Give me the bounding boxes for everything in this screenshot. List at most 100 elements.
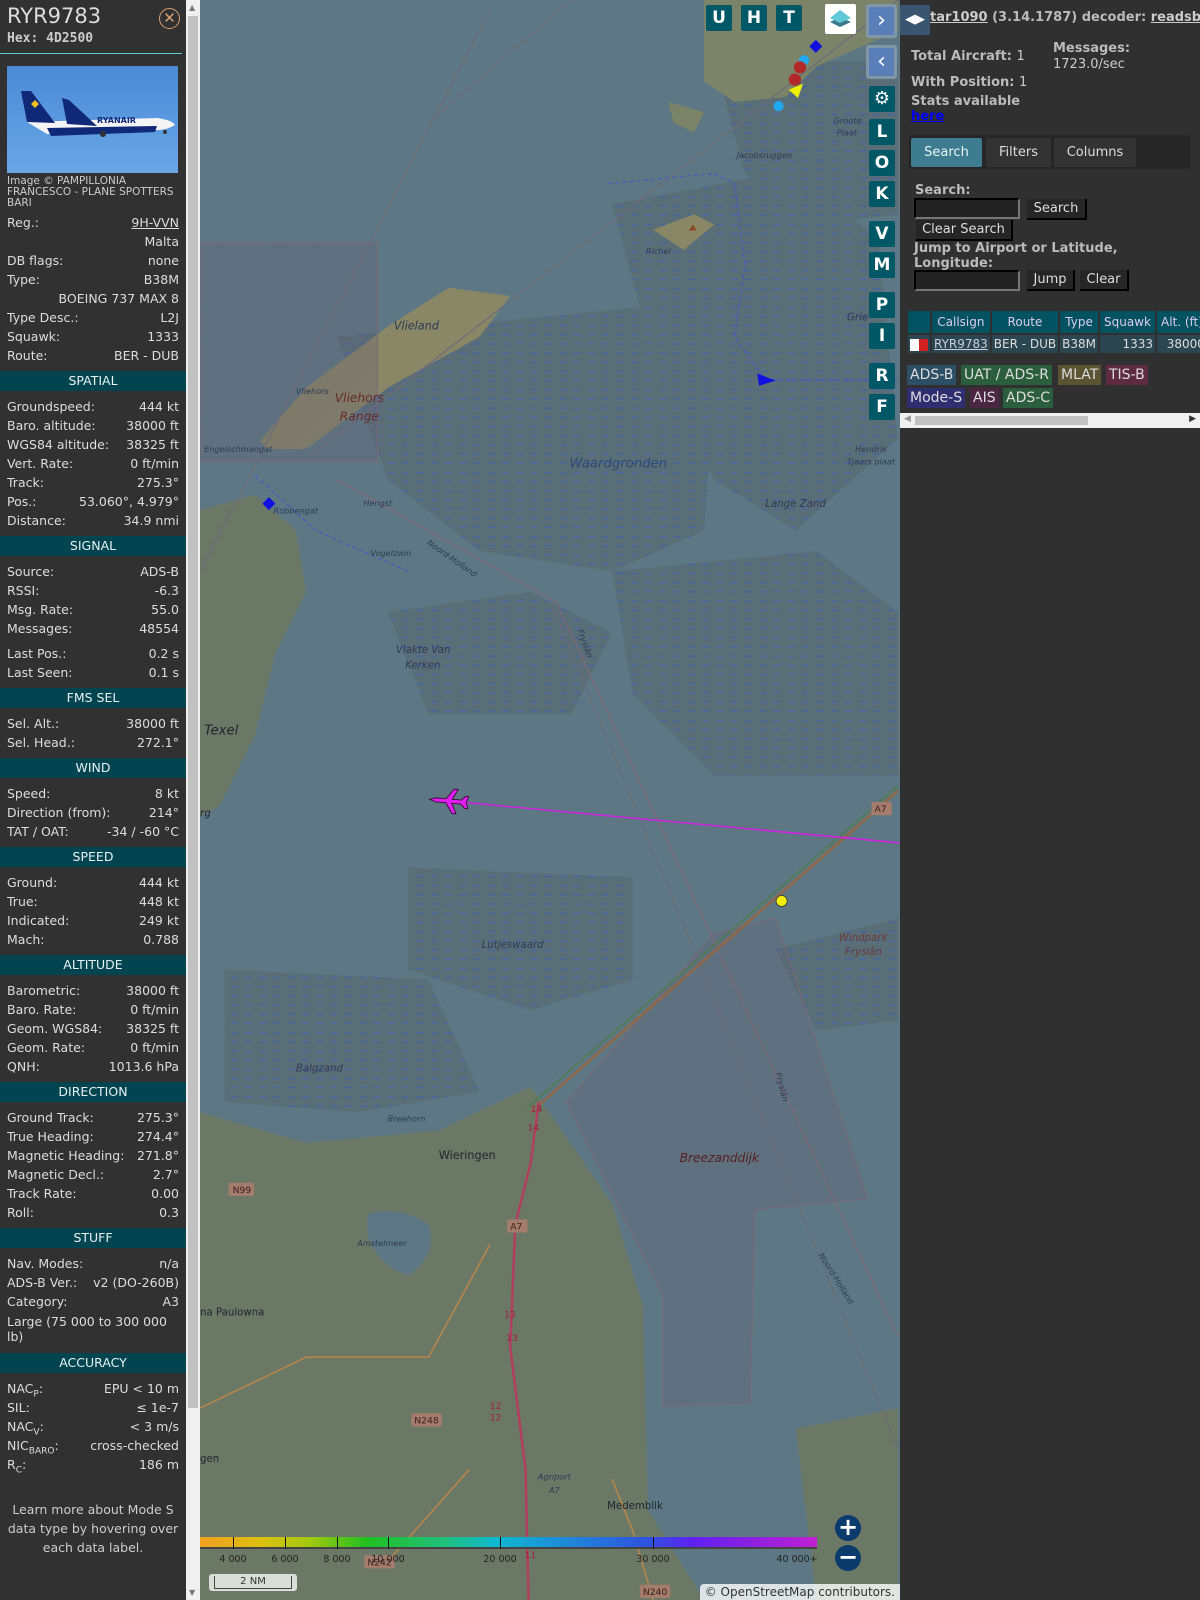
section-header-speed[interactable]: SPEED (0, 847, 186, 867)
expand-right-icon[interactable]: › (866, 4, 897, 38)
map-button-o[interactable]: O (869, 150, 895, 176)
info-label[interactable]: Indicated: (7, 911, 69, 930)
section-header-stuff[interactable]: STUFF (0, 1228, 186, 1248)
map[interactable]: Vlieland Vliehors Vliehors Range Waardgr… (200, 0, 900, 1600)
settings-gear-icon[interactable]: ⚙ (869, 86, 895, 112)
registration-link[interactable]: 9H-VVN (131, 213, 179, 232)
aircraft-photo[interactable]: RYANAIR (7, 66, 178, 173)
info-label[interactable]: Messages: (7, 619, 73, 638)
map-button-v[interactable]: V (869, 221, 895, 247)
map-button-k[interactable]: K (869, 181, 895, 207)
map-button-i[interactable]: I (869, 323, 895, 349)
tab-columns[interactable]: Columns (1054, 138, 1136, 167)
scrollbar-thumb[interactable] (188, 16, 198, 1408)
section-header-altitude[interactable]: ALTITUDE (0, 955, 186, 975)
info-label[interactable]: NACP: (7, 1379, 43, 1400)
map-button-f[interactable]: F (869, 394, 895, 420)
info-label[interactable]: Vert. Rate: (7, 454, 73, 473)
section-header-fms-sel[interactable]: FMS SEL (0, 688, 186, 708)
clear-search-button[interactable]: Clear Search (916, 220, 1013, 241)
map-button-m[interactable]: M (869, 252, 895, 278)
info-label[interactable]: SIL: (7, 1398, 30, 1417)
osm-link[interactable]: OpenStreetMap (721, 1585, 815, 1599)
column-header-altitude[interactable]: Alt. (ft) (1156, 311, 1200, 333)
info-label[interactable]: Baro. Rate: (7, 1000, 76, 1019)
section-header-spatial[interactable]: SPATIAL (0, 371, 186, 391)
table-horizontal-scrollbar[interactable]: ◀ ▶ (900, 413, 1200, 428)
section-header-direction[interactable]: DIRECTION (0, 1082, 186, 1102)
info-label[interactable]: Magnetic Decl.: (7, 1165, 104, 1184)
info-label[interactable]: Sel. Alt.: (7, 714, 59, 733)
map-button-p[interactable]: P (869, 292, 895, 318)
info-label[interactable]: Category: (7, 1292, 67, 1311)
column-header-flag[interactable] (908, 311, 930, 333)
app-name-link[interactable]: tar1090 (930, 10, 988, 25)
zoom-out-icon[interactable]: − (835, 1545, 861, 1571)
info-label[interactable]: Track Rate: (7, 1184, 77, 1203)
search-input[interactable] (914, 198, 1020, 219)
map-button-l[interactable]: L (869, 119, 895, 145)
info-label[interactable]: Sel. Head.: (7, 733, 75, 752)
info-label[interactable]: Route: (7, 346, 48, 365)
column-header-squawk[interactable]: Squawk (1100, 311, 1155, 333)
scroll-up-icon[interactable]: ▲ (189, 3, 195, 12)
info-label[interactable]: Mach: (7, 930, 44, 949)
info-label[interactable]: ADS-B Ver.: (7, 1273, 77, 1292)
scrollbar-thumb[interactable] (915, 416, 1088, 425)
close-icon[interactable]: ✕ (159, 8, 180, 29)
info-label[interactable]: True: (7, 892, 38, 911)
tab-filters[interactable]: Filters (986, 138, 1051, 167)
callsign-link[interactable]: RYR9783 (934, 337, 988, 351)
info-label[interactable]: Pos.: (7, 492, 36, 511)
info-label[interactable]: NICBARO: (7, 1436, 59, 1457)
info-label[interactable]: Magnetic Heading: (7, 1146, 124, 1165)
collapse-left-icon[interactable]: ‹ (866, 45, 897, 79)
info-label[interactable]: Track: (7, 473, 44, 492)
info-label[interactable]: Nav. Modes: (7, 1254, 83, 1273)
info-label[interactable]: Source: (7, 562, 54, 581)
selected-aircraft-icon[interactable] (428, 787, 470, 815)
jump-button[interactable]: Jump (1027, 270, 1075, 291)
info-label[interactable]: Squawk: (7, 327, 60, 346)
clear-button[interactable]: Clear (1080, 270, 1129, 291)
stats-link[interactable]: here (911, 109, 944, 124)
section-header-accuracy[interactable]: ACCURACY (0, 1353, 186, 1373)
tab-search[interactable]: Search (911, 138, 982, 167)
callsign-cell[interactable]: RYR9783 (932, 335, 990, 353)
column-header-callsign[interactable]: Callsign (932, 311, 990, 333)
info-label[interactable]: RC: (7, 1455, 26, 1476)
table-row[interactable]: RYR9783 BER - DUB B38M 1333 38000 (908, 335, 1200, 353)
decoder-link[interactable]: readsb (1151, 10, 1200, 25)
info-label[interactable]: DB flags: (7, 251, 63, 270)
info-label[interactable]: Barometric: (7, 981, 80, 1000)
info-label[interactable]: Geom. WGS84: (7, 1019, 102, 1038)
search-button[interactable]: Search (1027, 199, 1087, 220)
column-header-type[interactable]: Type (1060, 311, 1099, 333)
map-button-h[interactable]: H (741, 5, 767, 31)
scroll-down-icon[interactable]: ▼ (189, 1588, 195, 1597)
map-button-t[interactable]: T (776, 5, 802, 31)
section-header-wind[interactable]: WIND (0, 758, 186, 778)
column-header-route[interactable]: Route (991, 311, 1059, 333)
info-label[interactable]: Msg. Rate: (7, 600, 73, 619)
info-label[interactable]: Distance: (7, 511, 66, 530)
section-header-signal[interactable]: SIGNAL (0, 536, 186, 556)
info-label[interactable]: Speed: (7, 784, 50, 803)
layers-icon[interactable] (825, 4, 856, 34)
info-label[interactable]: Ground Track: (7, 1108, 94, 1127)
info-label[interactable]: WGS84 altitude: (7, 435, 109, 454)
info-label[interactable]: Direction (from): (7, 803, 111, 822)
info-label[interactable]: NACV: (7, 1417, 44, 1438)
info-label[interactable]: True Heading: (7, 1127, 94, 1146)
zoom-in-icon[interactable]: + (835, 1515, 861, 1541)
toggle-sidebar-button[interactable]: ◀▶ (900, 5, 930, 35)
info-label[interactable]: Groundspeed: (7, 397, 95, 416)
info-label[interactable]: Baro. altitude: (7, 416, 96, 435)
map-button-u[interactable]: U (706, 5, 732, 31)
sidebar-scrollbar[interactable]: ▲ ▼ (186, 0, 200, 1600)
info-label[interactable]: Last Pos.: (7, 644, 66, 663)
info-label[interactable]: Ground: (7, 873, 57, 892)
info-label[interactable]: Type Desc.: (7, 308, 79, 327)
info-label[interactable]: Geom. Rate: (7, 1038, 85, 1057)
info-label[interactable]: Reg.: (7, 213, 39, 232)
